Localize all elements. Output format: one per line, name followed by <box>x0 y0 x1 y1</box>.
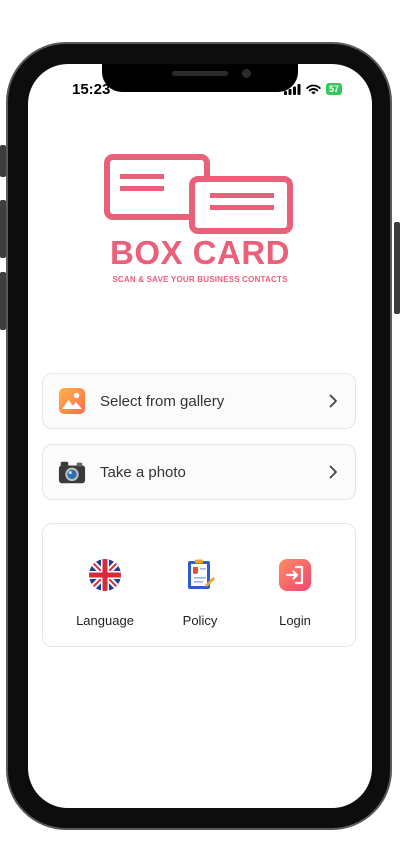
app-screen: 15:23 57 BOX CARD SCAN & SAVE YOUR BUSIN… <box>28 64 372 808</box>
policy-button[interactable]: Policy <box>155 558 245 628</box>
uk-flag-icon <box>89 559 121 591</box>
speaker-grille <box>172 71 228 76</box>
wifi-icon <box>306 84 321 94</box>
silent-switch <box>0 145 6 177</box>
policy-document-icon <box>188 559 215 589</box>
login-button[interactable]: Login <box>250 558 340 628</box>
select-from-gallery-button[interactable]: Select from gallery <box>42 373 356 429</box>
battery-icon: 57 <box>325 83 342 95</box>
take-a-photo-label: Take a photo <box>100 463 186 481</box>
volume-up-button <box>0 200 6 258</box>
policy-label: Policy <box>182 613 218 628</box>
take-a-photo-button[interactable]: Take a photo <box>42 444 356 500</box>
language-label: Language <box>76 613 134 628</box>
power-button <box>394 222 400 314</box>
login-label: Login <box>279 613 311 628</box>
login-icon <box>279 559 311 591</box>
phone-notch <box>102 64 298 92</box>
gallery-icon <box>58 387 86 415</box>
select-from-gallery-label: Select from gallery <box>100 392 225 410</box>
shortcut-panel: Language Policy Login <box>42 523 356 647</box>
chevron-right-icon <box>329 394 337 408</box>
camera-icon <box>58 458 86 486</box>
status-time: 15:23 <box>72 81 111 98</box>
volume-down-button <box>0 272 6 330</box>
language-button[interactable]: Language <box>60 558 150 628</box>
chevron-right-icon <box>329 465 337 479</box>
app-tagline: SCAN & SAVE YOUR BUSINESS CONTACTS <box>112 275 288 284</box>
front-camera <box>242 69 251 78</box>
app-name: BOX CARD <box>109 234 290 271</box>
